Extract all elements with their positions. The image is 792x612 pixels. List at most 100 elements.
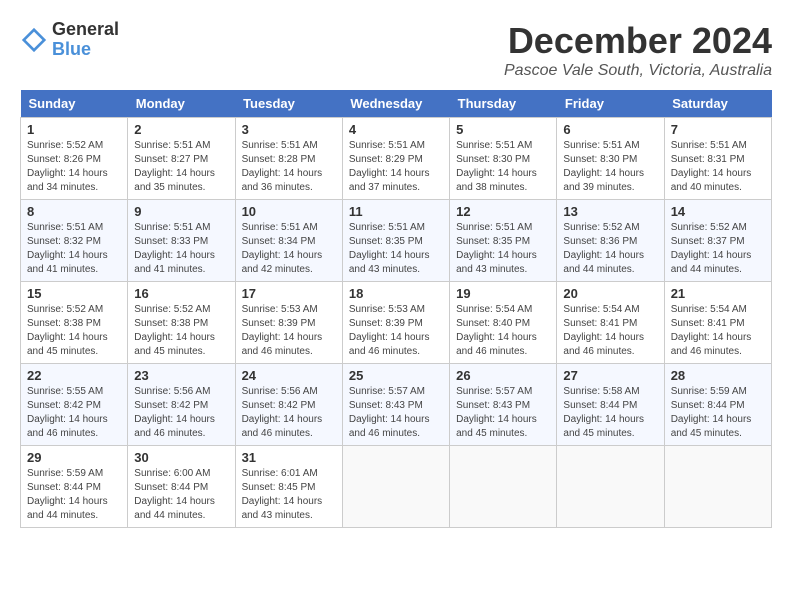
day-info: Sunrise: 5:54 AMSunset: 8:41 PMDaylight:… bbox=[563, 303, 657, 359]
day-info: Sunrise: 5:51 AMSunset: 8:35 PMDaylight:… bbox=[456, 221, 550, 277]
calendar-week-row: 22 Sunrise: 5:55 AMSunset: 8:42 PMDayligh… bbox=[21, 364, 772, 446]
calendar-cell: 16Sunrise: 5:52 AMSunset: 8:38 PMDayligh… bbox=[128, 282, 235, 364]
day-number: 25 bbox=[349, 368, 443, 383]
calendar-cell: 1 Sunrise: 5:52 AMSunset: 8:26 PMDaylight… bbox=[21, 118, 128, 200]
day-info: Sunrise: 5:57 AMSunset: 8:43 PMDaylight:… bbox=[456, 385, 550, 441]
day-info: Sunrise: 5:57 AMSunset: 8:43 PMDaylight:… bbox=[349, 385, 443, 441]
calendar-cell: 10 Sunrise: 5:51 AMSunset: 8:34 PMDayligh… bbox=[235, 200, 342, 282]
day-number: 24 bbox=[242, 368, 336, 383]
day-number: 10 bbox=[242, 204, 336, 219]
day-number: 19 bbox=[456, 286, 550, 301]
day-number: 20 bbox=[563, 286, 657, 301]
day-info: Sunrise: 5:51 AMSunset: 8:30 PMDaylight:… bbox=[563, 139, 657, 195]
day-info: Sunrise: 5:59 AMSunset: 8:44 PMDaylight:… bbox=[27, 467, 121, 523]
calendar-cell: 24 Sunrise: 5:56 AMSunset: 8:42 PMDayligh… bbox=[235, 364, 342, 446]
day-number: 5 bbox=[456, 122, 550, 137]
day-number: 8 bbox=[27, 204, 121, 219]
day-info: Sunrise: 5:51 AMSunset: 8:29 PMDaylight:… bbox=[349, 139, 443, 195]
day-number: 14 bbox=[671, 204, 765, 219]
header-wednesday: Wednesday bbox=[342, 90, 449, 118]
day-info: Sunrise: 5:53 AMSunset: 8:39 PMDaylight:… bbox=[349, 303, 443, 359]
header-saturday: Saturday bbox=[664, 90, 771, 118]
calendar-cell: 2 Sunrise: 5:51 AMSunset: 8:27 PMDaylight… bbox=[128, 118, 235, 200]
page-header: General Blue December 2024 Pascoe Vale S… bbox=[20, 20, 772, 80]
day-number: 31 bbox=[242, 450, 336, 465]
day-info: Sunrise: 6:01 AMSunset: 8:45 PMDaylight:… bbox=[242, 467, 336, 523]
calendar-cell: 21Sunrise: 5:54 AMSunset: 8:41 PMDayligh… bbox=[664, 282, 771, 364]
day-info: Sunrise: 5:51 AMSunset: 8:32 PMDaylight:… bbox=[27, 221, 121, 277]
day-number: 6 bbox=[563, 122, 657, 137]
day-number: 1 bbox=[27, 122, 121, 137]
day-info: Sunrise: 5:55 AMSunset: 8:42 PMDaylight:… bbox=[27, 385, 121, 441]
calendar-cell: 14 Sunrise: 5:52 AMSunset: 8:37 PMDayligh… bbox=[664, 200, 771, 282]
calendar-cell: 7 Sunrise: 5:51 AMSunset: 8:31 PMDaylight… bbox=[664, 118, 771, 200]
calendar-week-row: 15Sunrise: 5:52 AMSunset: 8:38 PMDayligh… bbox=[21, 282, 772, 364]
header-thursday: Thursday bbox=[450, 90, 557, 118]
day-number: 4 bbox=[349, 122, 443, 137]
day-info: Sunrise: 5:51 AMSunset: 8:33 PMDaylight:… bbox=[134, 221, 228, 277]
location-title: Pascoe Vale South, Victoria, Australia bbox=[504, 62, 772, 80]
month-title: December 2024 bbox=[504, 20, 772, 62]
logo-icon bbox=[20, 26, 48, 54]
day-info: Sunrise: 5:52 AMSunset: 8:37 PMDaylight:… bbox=[671, 221, 765, 277]
day-info: Sunrise: 6:00 AMSunset: 8:44 PMDaylight:… bbox=[134, 467, 228, 523]
calendar-table: SundayMondayTuesdayWednesdayThursdayFrid… bbox=[20, 90, 772, 528]
day-number: 12 bbox=[456, 204, 550, 219]
day-number: 3 bbox=[242, 122, 336, 137]
calendar-cell: 15Sunrise: 5:52 AMSunset: 8:38 PMDayligh… bbox=[21, 282, 128, 364]
day-number: 21 bbox=[671, 286, 765, 301]
day-info: Sunrise: 5:51 AMSunset: 8:27 PMDaylight:… bbox=[134, 139, 228, 195]
calendar-cell: 22 Sunrise: 5:55 AMSunset: 8:42 PMDayligh… bbox=[21, 364, 128, 446]
logo-text: General Blue bbox=[52, 20, 119, 60]
day-info: Sunrise: 5:53 AMSunset: 8:39 PMDaylight:… bbox=[242, 303, 336, 359]
header-sunday: Sunday bbox=[21, 90, 128, 118]
title-area: December 2024 Pascoe Vale South, Victori… bbox=[504, 20, 772, 80]
day-info: Sunrise: 5:52 AMSunset: 8:26 PMDaylight:… bbox=[27, 139, 121, 195]
day-number: 23 bbox=[134, 368, 228, 383]
calendar-cell: 13Sunrise: 5:52 AMSunset: 8:36 PMDayligh… bbox=[557, 200, 664, 282]
logo-line2: Blue bbox=[52, 40, 119, 60]
day-number: 7 bbox=[671, 122, 765, 137]
calendar-cell bbox=[664, 446, 771, 528]
calendar-cell: 29 Sunrise: 5:59 AMSunset: 8:44 PMDayligh… bbox=[21, 446, 128, 528]
calendar-header-row: SundayMondayTuesdayWednesdayThursdayFrid… bbox=[21, 90, 772, 118]
calendar-cell: 5Sunrise: 5:51 AMSunset: 8:30 PMDaylight… bbox=[450, 118, 557, 200]
calendar-cell: 9 Sunrise: 5:51 AMSunset: 8:33 PMDaylight… bbox=[128, 200, 235, 282]
day-number: 18 bbox=[349, 286, 443, 301]
day-number: 29 bbox=[27, 450, 121, 465]
day-info: Sunrise: 5:51 AMSunset: 8:34 PMDaylight:… bbox=[242, 221, 336, 277]
day-number: 9 bbox=[134, 204, 228, 219]
calendar-cell: 23 Sunrise: 5:56 AMSunset: 8:42 PMDayligh… bbox=[128, 364, 235, 446]
day-number: 27 bbox=[563, 368, 657, 383]
logo-line1: General bbox=[52, 20, 119, 40]
day-info: Sunrise: 5:51 AMSunset: 8:35 PMDaylight:… bbox=[349, 221, 443, 277]
day-number: 30 bbox=[134, 450, 228, 465]
calendar-cell: 12 Sunrise: 5:51 AMSunset: 8:35 PMDayligh… bbox=[450, 200, 557, 282]
calendar-cell: 6 Sunrise: 5:51 AMSunset: 8:30 PMDaylight… bbox=[557, 118, 664, 200]
day-number: 2 bbox=[134, 122, 228, 137]
header-tuesday: Tuesday bbox=[235, 90, 342, 118]
day-info: Sunrise: 5:51 AMSunset: 8:31 PMDaylight:… bbox=[671, 139, 765, 195]
calendar-week-row: 1 Sunrise: 5:52 AMSunset: 8:26 PMDaylight… bbox=[21, 118, 772, 200]
calendar-cell: 30 Sunrise: 6:00 AMSunset: 8:44 PMDayligh… bbox=[128, 446, 235, 528]
calendar-cell: 17 Sunrise: 5:53 AMSunset: 8:39 PMDayligh… bbox=[235, 282, 342, 364]
day-info: Sunrise: 5:59 AMSunset: 8:44 PMDaylight:… bbox=[671, 385, 765, 441]
day-number: 16 bbox=[134, 286, 228, 301]
day-number: 28 bbox=[671, 368, 765, 383]
day-number: 17 bbox=[242, 286, 336, 301]
calendar-cell: 31 Sunrise: 6:01 AMSunset: 8:45 PMDayligh… bbox=[235, 446, 342, 528]
day-info: Sunrise: 5:56 AMSunset: 8:42 PMDaylight:… bbox=[242, 385, 336, 441]
day-info: Sunrise: 5:58 AMSunset: 8:44 PMDaylight:… bbox=[563, 385, 657, 441]
calendar-cell: 19Sunrise: 5:54 AMSunset: 8:40 PMDayligh… bbox=[450, 282, 557, 364]
calendar-cell: 11 Sunrise: 5:51 AMSunset: 8:35 PMDayligh… bbox=[342, 200, 449, 282]
day-info: Sunrise: 5:52 AMSunset: 8:36 PMDaylight:… bbox=[563, 221, 657, 277]
calendar-cell: 4 Sunrise: 5:51 AMSunset: 8:29 PMDaylight… bbox=[342, 118, 449, 200]
day-number: 11 bbox=[349, 204, 443, 219]
day-info: Sunrise: 5:56 AMSunset: 8:42 PMDaylight:… bbox=[134, 385, 228, 441]
calendar-cell: 3Sunrise: 5:51 AMSunset: 8:28 PMDaylight… bbox=[235, 118, 342, 200]
day-number: 22 bbox=[27, 368, 121, 383]
calendar-cell bbox=[450, 446, 557, 528]
calendar-cell: 20 Sunrise: 5:54 AMSunset: 8:41 PMDayligh… bbox=[557, 282, 664, 364]
calendar-cell: 28 Sunrise: 5:59 AMSunset: 8:44 PMDayligh… bbox=[664, 364, 771, 446]
calendar-cell: 26Sunrise: 5:57 AMSunset: 8:43 PMDayligh… bbox=[450, 364, 557, 446]
